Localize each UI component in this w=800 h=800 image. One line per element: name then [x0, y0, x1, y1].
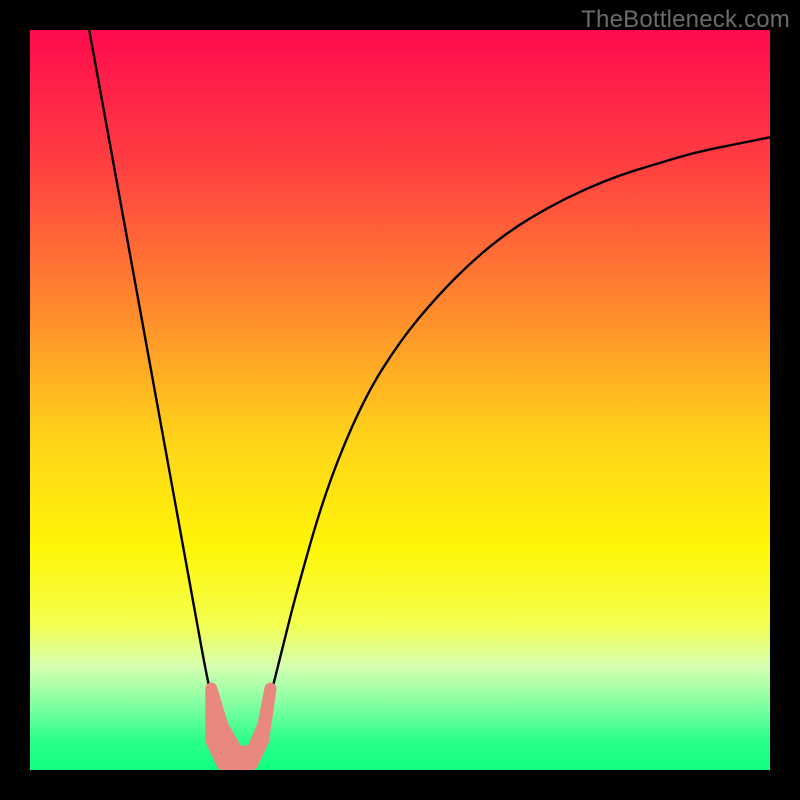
chart-frame: TheBottleneck.com	[0, 0, 800, 800]
series-right-branch	[252, 137, 770, 755]
curve-layer	[30, 30, 770, 770]
watermark-text: TheBottleneck.com	[581, 6, 790, 34]
series-left-branch	[89, 30, 237, 755]
series-salmon-valley-band	[211, 689, 270, 767]
plot-area	[30, 30, 770, 770]
